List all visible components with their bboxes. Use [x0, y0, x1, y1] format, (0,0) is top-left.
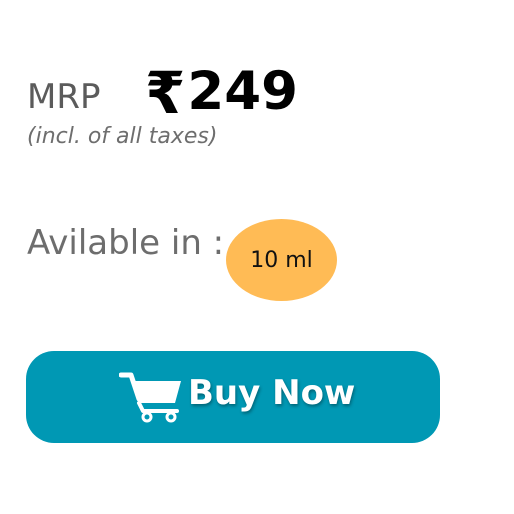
price-value: 249 [187, 61, 298, 122]
buy-now-button[interactable]: Buy Now [26, 351, 440, 443]
price-display: ₹ 249 [145, 64, 298, 122]
mrp-label: MRP [27, 77, 101, 117]
availability-label: Avilable in : [27, 223, 225, 263]
size-option-10ml[interactable]: 10 ml [226, 219, 337, 301]
rupee-symbol: ₹ [145, 59, 186, 127]
tax-note: (incl. of all taxes) [27, 124, 218, 149]
buy-now-label: Buy Now [188, 373, 356, 413]
shopping-cart-icon [118, 371, 185, 423]
